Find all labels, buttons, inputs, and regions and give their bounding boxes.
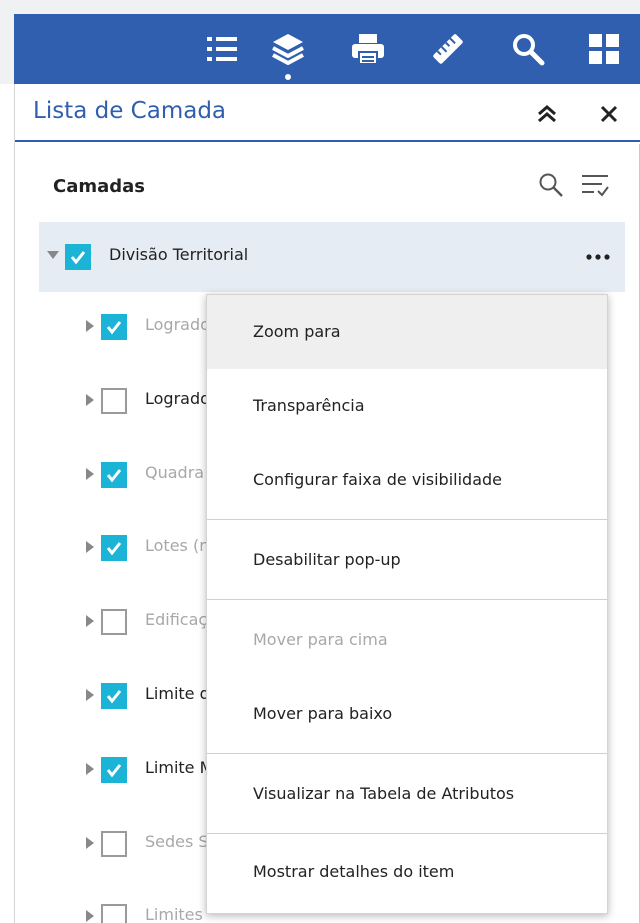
expand-toggle[interactable]: [85, 615, 99, 629]
layer-filter-button[interactable]: [577, 168, 613, 202]
layer-label: Edificaç: [145, 610, 208, 630]
expand-toggle[interactable]: [85, 320, 99, 334]
layer-label: Quadra: [145, 462, 205, 482]
panel-header: Lista de Camada: [15, 84, 640, 142]
layers-icon: [272, 34, 304, 65]
menu-divider: [207, 519, 607, 520]
apps-tool-button[interactable]: [576, 14, 632, 84]
expand-toggle[interactable]: [85, 689, 99, 703]
double-chevron-up-icon: [538, 105, 556, 123]
caret-right-icon: [86, 393, 94, 406]
layer-label: Limite d: [145, 684, 210, 703]
menu-item[interactable]: Transparência: [207, 369, 607, 443]
top-bar: [0, 0, 640, 84]
menu-item-label: Zoom para: [253, 322, 341, 341]
layer-checkbox[interactable]: [101, 683, 127, 709]
menu-item-label: Mover para cima: [253, 630, 388, 649]
measure-ruler-icon: [433, 34, 463, 64]
expand-toggle[interactable]: [85, 393, 99, 408]
layer-label: Logrado: [145, 388, 210, 408]
menu-item[interactable]: Desabilitar pop-up: [207, 523, 607, 597]
layer-checkbox[interactable]: [101, 756, 127, 783]
checkmark-icon: [106, 468, 122, 482]
menu-item[interactable]: Visualizar na Tabela de Atributos: [207, 757, 607, 831]
layer-label: Limites: [145, 905, 203, 923]
layer-label: Lotes (n: [145, 536, 210, 556]
menu-item[interactable]: Configurar faixa de visibilidade: [207, 443, 607, 517]
search-icon: [539, 173, 563, 197]
layer-checkbox[interactable]: [101, 830, 127, 857]
caret-right-icon: [86, 836, 94, 849]
layer-checkbox[interactable]: [101, 535, 127, 562]
expand-toggle[interactable]: [85, 541, 99, 555]
layer-label: Logrado: [145, 315, 210, 334]
layer-group-row[interactable]: Divisão Territorial: [39, 222, 625, 292]
close-icon: [600, 105, 618, 123]
widget-toolbar: [14, 14, 640, 84]
checkmark-icon: [70, 251, 86, 265]
layers-tool-button[interactable]: [260, 14, 316, 84]
menu-item[interactable]: Mover para baixo: [207, 677, 607, 751]
layer-list-icon: [207, 37, 237, 61]
layer-checkbox[interactable]: [65, 244, 91, 270]
menu-item-label: Transparência: [253, 396, 365, 415]
caret-right-icon: [86, 689, 94, 701]
collapse-panel-button[interactable]: [527, 94, 567, 134]
layers-heading: Camadas: [53, 176, 146, 197]
layer-checkbox[interactable]: [101, 904, 127, 923]
menu-item-label: Mover para baixo: [253, 704, 393, 723]
checkmark-icon: [106, 542, 122, 556]
caret-right-icon: [86, 320, 94, 332]
grid-apps-icon: [589, 34, 619, 64]
checkmark-icon: [106, 763, 122, 778]
layer-label: Divisão Territorial: [109, 245, 249, 264]
search-tool-button[interactable]: [500, 14, 556, 84]
checkmark-icon: [106, 690, 122, 704]
menu-divider: [207, 833, 607, 834]
layer-checkbox[interactable]: [101, 461, 127, 488]
layer-search-button[interactable]: [535, 168, 567, 202]
caret-right-icon: [86, 762, 94, 775]
filter-list-icon: [582, 175, 609, 197]
menu-divider: [207, 599, 607, 600]
layer-label: Sedes S: [145, 831, 209, 851]
expand-toggle[interactable]: [85, 910, 99, 923]
menu-item: Mover para cima: [207, 603, 607, 677]
caret-right-icon: [86, 615, 94, 628]
menu-divider: [207, 753, 607, 754]
layer-checkbox[interactable]: [101, 314, 127, 340]
layer-label: Limite M: [145, 757, 214, 777]
menu-item[interactable]: Zoom para: [207, 295, 607, 369]
layer-list-tool-button[interactable]: [194, 14, 250, 84]
print-icon: [352, 34, 384, 65]
panel-title: Lista de Camada: [33, 98, 227, 124]
menu-item-label: Configurar faixa de visibilidade: [253, 470, 502, 489]
caret-right-icon: [86, 910, 94, 923]
menu-item-label: Mostrar detalhes do item: [253, 862, 455, 881]
expand-toggle[interactable]: [85, 467, 99, 482]
print-tool-button[interactable]: [340, 14, 396, 84]
active-indicator: [285, 74, 291, 80]
close-panel-button[interactable]: [589, 94, 629, 134]
measure-tool-button[interactable]: [420, 14, 476, 84]
menu-item-label: Desabilitar pop-up: [253, 550, 401, 569]
menu-item-label: Visualizar na Tabela de Atributos: [253, 784, 515, 803]
search-icon: [513, 34, 545, 66]
layer-checkbox[interactable]: [101, 387, 127, 414]
menu-item[interactable]: Mostrar detalhes do item: [207, 835, 607, 909]
layer-checkbox[interactable]: [101, 609, 127, 636]
layer-options-button[interactable]: [579, 240, 617, 274]
expand-toggle[interactable]: [47, 250, 61, 264]
layer-context-menu: Zoom para Transparência Configurar faixa d…: [206, 294, 608, 914]
caret-right-icon: [86, 467, 94, 480]
caret-down-icon: [47, 251, 59, 259]
expand-toggle[interactable]: [85, 762, 99, 777]
caret-right-icon: [86, 541, 94, 554]
expand-toggle[interactable]: [85, 836, 99, 851]
checkmark-icon: [106, 321, 122, 335]
more-options-icon: [586, 254, 610, 260]
